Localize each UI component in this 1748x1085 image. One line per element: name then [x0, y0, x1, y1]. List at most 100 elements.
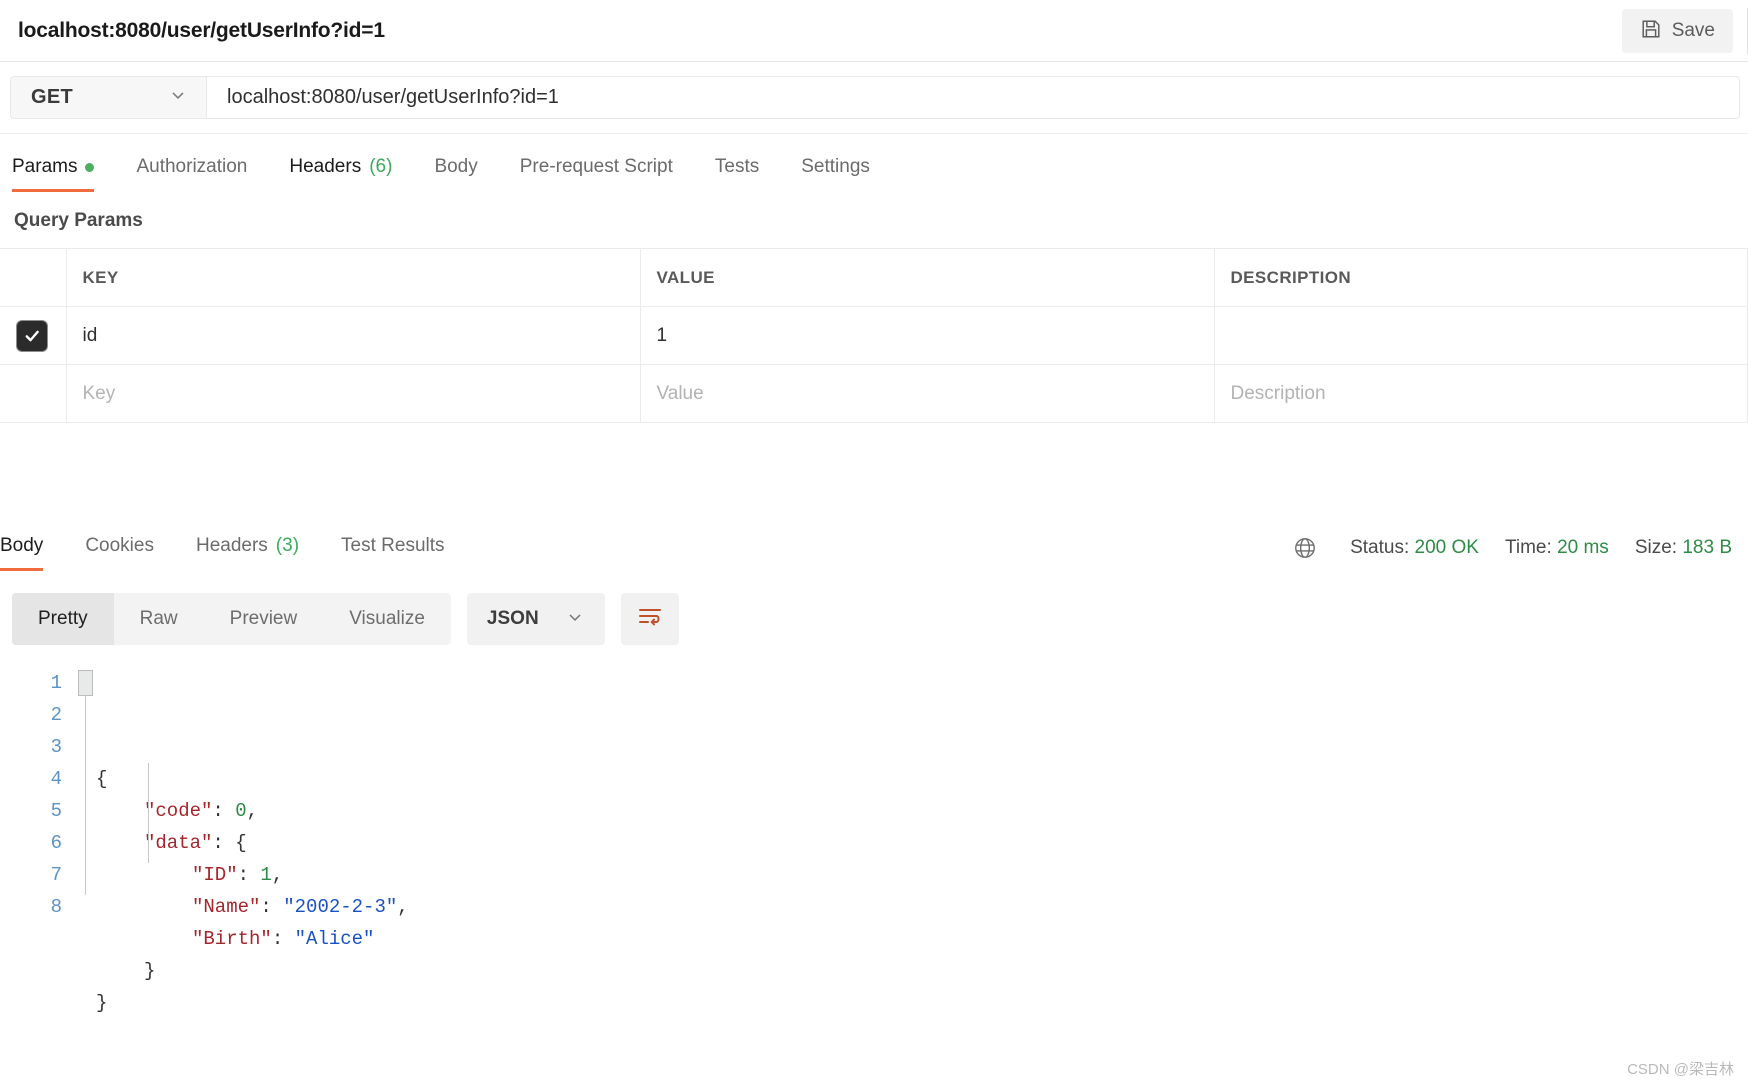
line-number: 5 — [50, 800, 62, 822]
code-token: : — [271, 928, 295, 950]
url-input[interactable]: localhost:8080/user/getUserInfo?id=1 — [206, 76, 1740, 119]
code-token: "data" — [144, 832, 213, 854]
response-header: Body Cookies Headers (3) Test Results St… — [0, 519, 1748, 571]
response-tab-body-label: Body — [0, 535, 44, 556]
code-token: , — [246, 800, 259, 822]
status-badge: Status: 200 OK — [1350, 537, 1479, 559]
tab-settings[interactable]: Settings — [801, 156, 892, 192]
code-token: , — [271, 864, 284, 886]
code-token: "Name" — [192, 896, 261, 918]
response-tab-headers[interactable]: Headers (3) — [196, 535, 321, 571]
tab-headers-count: (6) — [369, 156, 393, 177]
code-line: } — [96, 955, 409, 987]
http-method-select[interactable]: GET — [10, 76, 206, 119]
tab-authorization[interactable]: Authorization — [136, 156, 269, 192]
response-tab-test-results[interactable]: Test Results — [341, 535, 466, 571]
code-fold-column[interactable] — [76, 667, 96, 1019]
table-row: id 1 — [0, 306, 1748, 365]
code-line: "code": 0, — [96, 795, 409, 827]
code-token: "code" — [144, 800, 213, 822]
size-value: 183 B — [1682, 537, 1732, 558]
save-button-label: Save — [1671, 19, 1715, 41]
column-header-description: DESCRIPTION — [1214, 248, 1748, 307]
response-tab-body[interactable]: Body — [0, 535, 65, 571]
code-line: "data": { — [96, 827, 409, 859]
code-line: "Name": "2002-2-3", — [96, 891, 409, 923]
save-button[interactable]: Save — [1621, 8, 1733, 53]
line-number: 6 — [50, 832, 62, 854]
line-number: 3 — [50, 736, 62, 758]
response-format-select[interactable]: JSON — [466, 593, 605, 645]
response-spacer — [0, 423, 1748, 519]
column-header-value: VALUE — [640, 248, 1215, 307]
indent-guide — [148, 763, 149, 863]
query-params-title: Query Params — [14, 210, 143, 231]
line-number: 7 — [50, 864, 62, 886]
row-enabled-checkbox[interactable] — [17, 320, 48, 351]
response-tab-cookies[interactable]: Cookies — [85, 535, 176, 571]
table-row: Key Value Description — [0, 364, 1748, 423]
table-header-row: KEY VALUE DESCRIPTION — [0, 248, 1748, 307]
view-mode-group: Pretty Raw Preview Visualize — [12, 593, 451, 645]
tab-pre-request-script[interactable]: Pre-request Script — [520, 156, 695, 192]
code-token: : — [260, 896, 284, 918]
response-view-toolbar: Pretty Raw Preview Visualize JSON — [0, 571, 1748, 645]
code-token: : — [212, 800, 236, 822]
page-title: localhost:8080/user/getUserInfo?id=1 — [18, 18, 385, 42]
row-value-cell[interactable]: 1 — [640, 306, 1215, 365]
line-number: 2 — [50, 704, 62, 726]
tab-headers[interactable]: Headers (6) — [289, 156, 414, 192]
new-row-checkbox-cell — [0, 364, 67, 423]
status-label: Status: — [1350, 537, 1410, 558]
params-modified-dot-icon — [85, 162, 95, 172]
response-tabs: Body Cookies Headers (3) Test Results — [0, 535, 487, 571]
indent-guide — [85, 695, 86, 895]
code-line: "Birth": "Alice" — [96, 923, 409, 955]
view-mode-visualize[interactable]: Visualize — [323, 593, 451, 645]
tab-params[interactable]: Params — [12, 156, 116, 192]
top-bar: localhost:8080/user/getUserInfo?id=1 Sav… — [0, 0, 1748, 62]
code-token: : — [237, 864, 261, 886]
new-row-value-input[interactable]: Value — [640, 364, 1215, 423]
code-line: { — [96, 763, 409, 795]
code-line: "ID": 1, — [96, 859, 409, 891]
query-params-table: KEY VALUE DESCRIPTION id 1 Key Value Des… — [0, 248, 1748, 423]
response-tab-test-results-label: Test Results — [341, 535, 445, 556]
chevron-down-icon — [565, 607, 585, 632]
wrap-lines-icon — [637, 606, 663, 633]
code-token: "ID" — [192, 864, 238, 886]
chevron-down-icon — [168, 85, 188, 110]
code-token: 1 — [260, 864, 272, 886]
new-row-description-input[interactable]: Description — [1214, 364, 1748, 423]
row-key-cell[interactable]: id — [66, 306, 641, 365]
row-checkbox-cell — [0, 306, 67, 365]
floppy-disk-icon — [1640, 18, 1662, 43]
line-number: 4 — [50, 768, 62, 790]
tab-tests-label: Tests — [714, 156, 760, 177]
code-token: 0 — [235, 800, 247, 822]
view-mode-pretty[interactable]: Pretty — [12, 593, 114, 645]
time-badge: Time: 20 ms — [1505, 537, 1609, 559]
wrap-lines-button[interactable] — [620, 593, 679, 645]
response-format-label: JSON — [486, 608, 539, 629]
code-token: : — [212, 832, 236, 854]
code-line: } — [96, 987, 409, 1019]
fold-toggle-root[interactable] — [78, 670, 93, 696]
tab-pre-request-script-label: Pre-request Script — [519, 156, 673, 177]
size-label: Size: — [1634, 537, 1678, 558]
line-number: 8 — [50, 896, 62, 918]
code-token: "Alice" — [294, 928, 375, 950]
url-bar: GET localhost:8080/user/getUserInfo?id=1 — [0, 62, 1748, 134]
top-bar-actions: Save — [1621, 0, 1748, 61]
new-row-key-input[interactable]: Key — [66, 364, 641, 423]
view-mode-preview[interactable]: Preview — [204, 593, 324, 645]
row-description-cell[interactable] — [1214, 306, 1748, 365]
view-mode-raw[interactable]: Raw — [114, 593, 204, 645]
status-value: 200 OK — [1414, 537, 1479, 558]
tab-tests[interactable]: Tests — [715, 156, 781, 192]
response-body-viewer[interactable]: 12345678 {"code": 0, "data": {"ID": 1, "Na… — [0, 645, 1748, 1019]
tab-body[interactable]: Body — [434, 156, 499, 192]
globe-icon — [1292, 535, 1318, 561]
code-token: { — [96, 768, 108, 790]
code-content[interactable]: {"code": 0, "data": {"ID": 1, "Name": "200… — [96, 667, 409, 1019]
